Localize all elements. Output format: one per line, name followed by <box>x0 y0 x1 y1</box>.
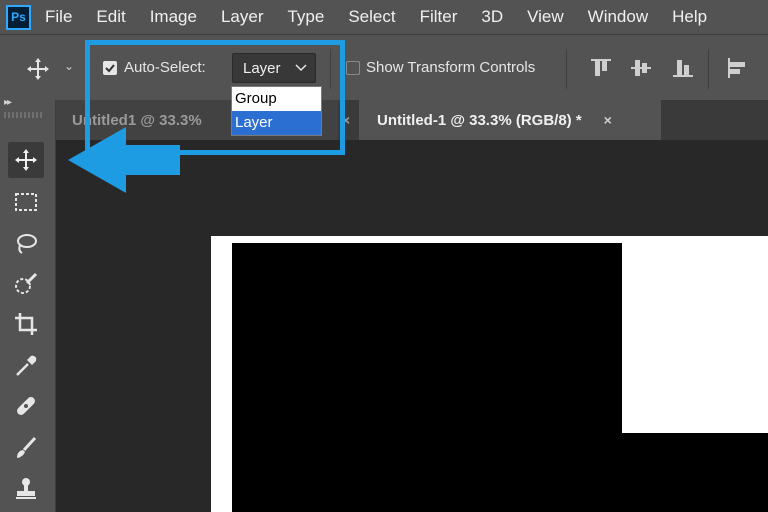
clone-stamp-tool[interactable] <box>8 470 44 506</box>
tab-label: Untitled1 @ 33.3% <box>72 111 202 129</box>
auto-select-target-value: Layer <box>243 59 281 77</box>
auto-select-target-dropdown[interactable]: Layer <box>232 53 316 83</box>
menu-3d[interactable]: 3D <box>481 7 503 27</box>
close-icon[interactable]: × <box>342 112 350 128</box>
align-left-edges-icon[interactable] <box>726 57 748 79</box>
options-divider <box>86 49 87 89</box>
align-bottom-edges-icon[interactable] <box>672 57 694 79</box>
lasso-tool[interactable] <box>8 226 44 262</box>
brush-icon <box>17 436 37 458</box>
arrow-pointer-icon <box>68 127 180 193</box>
chevron-down-icon <box>295 64 307 72</box>
menu-view[interactable]: View <box>527 7 564 27</box>
menu-window[interactable]: Window <box>588 7 648 27</box>
lasso-icon <box>17 234 37 254</box>
menu-filter[interactable]: Filter <box>420 7 458 27</box>
eyedropper-icon <box>16 355 37 376</box>
auto-select-checkbox[interactable] <box>103 61 117 75</box>
healing-brush-icon <box>17 397 35 415</box>
close-icon[interactable]: × <box>604 112 612 128</box>
menu-help[interactable]: Help <box>672 7 707 27</box>
move-icon <box>15 149 37 171</box>
show-transform-checkbox[interactable] <box>346 61 360 75</box>
healing-brush-tool[interactable] <box>8 388 44 424</box>
crop-icon <box>15 313 37 335</box>
options-divider <box>566 49 567 89</box>
options-bar: ⌄ Auto-Select: Show Transform Controls <box>0 34 768 100</box>
rectangular-marquee-icon <box>15 193 37 211</box>
black-shape-layer[interactable] <box>232 243 622 512</box>
menu-type[interactable]: Type <box>287 7 324 27</box>
auto-select-options-list: Group Layer <box>231 86 322 136</box>
menu-select[interactable]: Select <box>348 7 395 27</box>
align-top-edges-icon[interactable] <box>590 57 612 79</box>
tab-label: Untitled-1 @ 33.3% (RGB/8) * <box>377 111 582 129</box>
menu-bar: Ps File Edit Image Layer Type Select Fil… <box>0 0 768 34</box>
tab-untitled-1[interactable]: Untitled-1 @ 33.3% (RGB/8) * × <box>359 100 661 140</box>
auto-select-label: Auto-Select: <box>124 59 206 76</box>
eyedropper-tool[interactable] <box>8 348 44 384</box>
tools-panel: ▸▸ <box>0 97 56 512</box>
options-divider <box>708 49 709 89</box>
dropdown-option-group[interactable]: Group <box>232 87 321 111</box>
quick-selection-icon <box>15 272 38 294</box>
menu-layer[interactable]: Layer <box>221 7 264 27</box>
panel-grip[interactable] <box>4 112 44 118</box>
quick-selection-tool[interactable] <box>8 266 44 302</box>
crop-tool[interactable] <box>8 306 44 342</box>
brush-tool[interactable] <box>8 430 44 466</box>
move-tool-preset-icon[interactable] <box>26 57 50 81</box>
options-divider <box>330 49 331 89</box>
chevron-down-icon[interactable]: ⌄ <box>64 59 74 73</box>
align-vertical-centers-icon[interactable] <box>630 57 652 79</box>
black-shape-layer[interactable] <box>622 433 768 512</box>
show-transform-label: Show Transform Controls <box>366 59 536 76</box>
dropdown-option-layer[interactable]: Layer <box>232 111 321 135</box>
checkmark-icon <box>105 64 115 73</box>
move-tool[interactable] <box>8 142 44 178</box>
menu-edit[interactable]: Edit <box>96 7 125 27</box>
clone-stamp-icon <box>16 478 36 499</box>
menu-file[interactable]: File <box>45 7 72 27</box>
photoshop-logo-icon[interactable]: Ps <box>6 4 31 30</box>
menu-image[interactable]: Image <box>150 7 197 27</box>
expand-panel-icon[interactable]: ▸▸ <box>4 97 12 108</box>
marquee-tool[interactable] <box>8 184 44 220</box>
